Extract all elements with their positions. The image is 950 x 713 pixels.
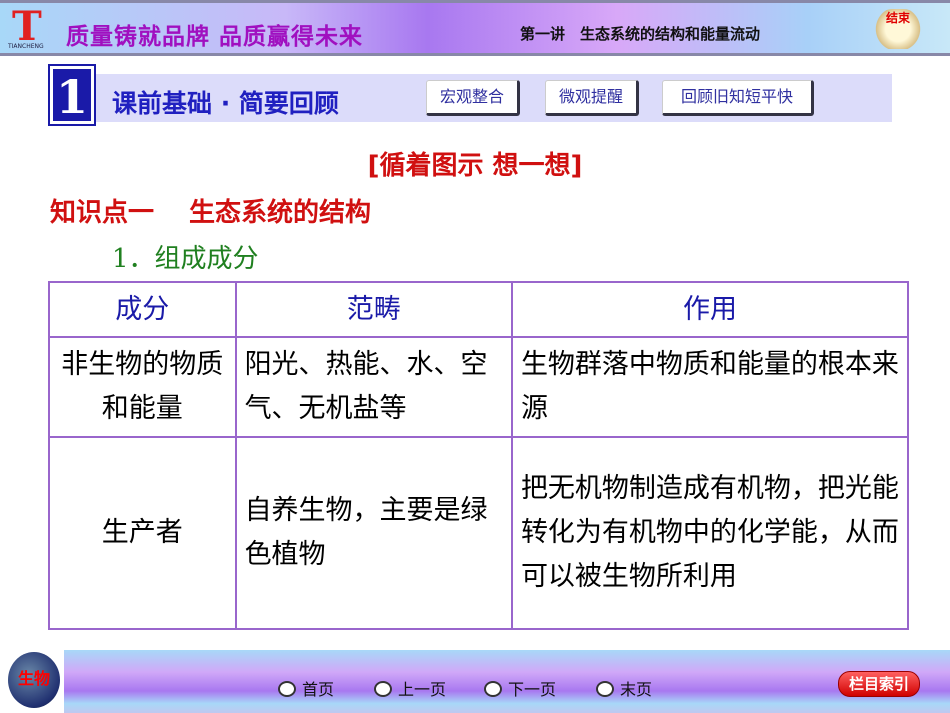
nav-label: 末页 — [620, 680, 653, 699]
table-cell: 把无机物制造成有机物，把光能转化为有机物中的化学能，从而可以被生物所利用 — [510, 436, 910, 630]
nav-next-page[interactable]: 下一页 — [484, 676, 556, 700]
section-heading: 1．组成成分 — [112, 244, 259, 274]
table-cell: 阳光、热能、水、空气、无机盐等 — [234, 336, 513, 438]
table-header-row: 成分 范畴 作用 — [48, 281, 910, 338]
slogan: 质量铸就品牌 品质赢得未来 — [66, 23, 364, 50]
end-button[interactable]: 结束 — [874, 9, 922, 49]
review-button[interactable]: 回顾旧知短平快 — [662, 80, 814, 116]
nav-label: 上一页 — [398, 680, 447, 699]
nav-previous-page[interactable]: 上一页 — [374, 676, 446, 700]
sheep-icon — [278, 681, 296, 697]
table-row: 非生物的物质和能量 阳光、热能、水、空气、无机盐等 生物群落中物质和能量的根本来… — [48, 336, 910, 438]
macro-integration-button[interactable]: 宏观整合 — [426, 80, 520, 116]
banner-title: 课前基础 · 简要回顾 — [112, 89, 339, 118]
subject-globe: 生物 — [8, 652, 60, 708]
logo-text: TIANCHENG — [8, 43, 44, 50]
header-cell: 成分 — [48, 281, 237, 338]
nav-last-page[interactable]: 末页 — [596, 676, 652, 700]
sheep-icon — [596, 681, 614, 697]
header-cell: 作用 — [510, 281, 910, 338]
table-cell: 自养生物，主要是绿色植物 — [234, 436, 513, 630]
logo: T TIANCHENG — [8, 3, 44, 50]
sheep-icon — [374, 681, 392, 697]
table-cell: 生产者 — [48, 436, 237, 630]
chapter-title: 第一讲 生态系统的结构和能量流动 — [520, 25, 761, 43]
table-cell: 生物群落中物质和能量的根本来源 — [510, 336, 910, 438]
header-cell: 范畴 — [234, 281, 513, 338]
knowledge-point-heading: 知识点一 生态系统的结构 — [50, 198, 372, 228]
components-table: 成分 范畴 作用 非生物的物质和能量 阳光、热能、水、空气、无机盐等 生物群落中… — [48, 281, 910, 630]
table-cell: 非生物的物质和能量 — [48, 336, 237, 438]
nav-label: 首页 — [302, 680, 335, 699]
subtitle: [循着图示 想一想] — [367, 151, 583, 181]
header-bar: T TIANCHENG 质量铸就品牌 品质赢得未来 第一讲 生态系统的结构和能量流… — [0, 0, 950, 56]
sheep-icon — [484, 681, 502, 697]
table-row: 生产者 自养生物，主要是绿色植物 把无机物制造成有机物，把光能转化为有机物中的化… — [48, 436, 910, 630]
index-button[interactable]: 栏目索引 — [838, 671, 920, 697]
nav-first-page[interactable]: 首页 — [278, 676, 334, 700]
nav-label: 下一页 — [508, 680, 557, 699]
micro-reminder-button[interactable]: 微观提醒 — [545, 80, 639, 116]
section-number: 1 — [48, 64, 96, 126]
